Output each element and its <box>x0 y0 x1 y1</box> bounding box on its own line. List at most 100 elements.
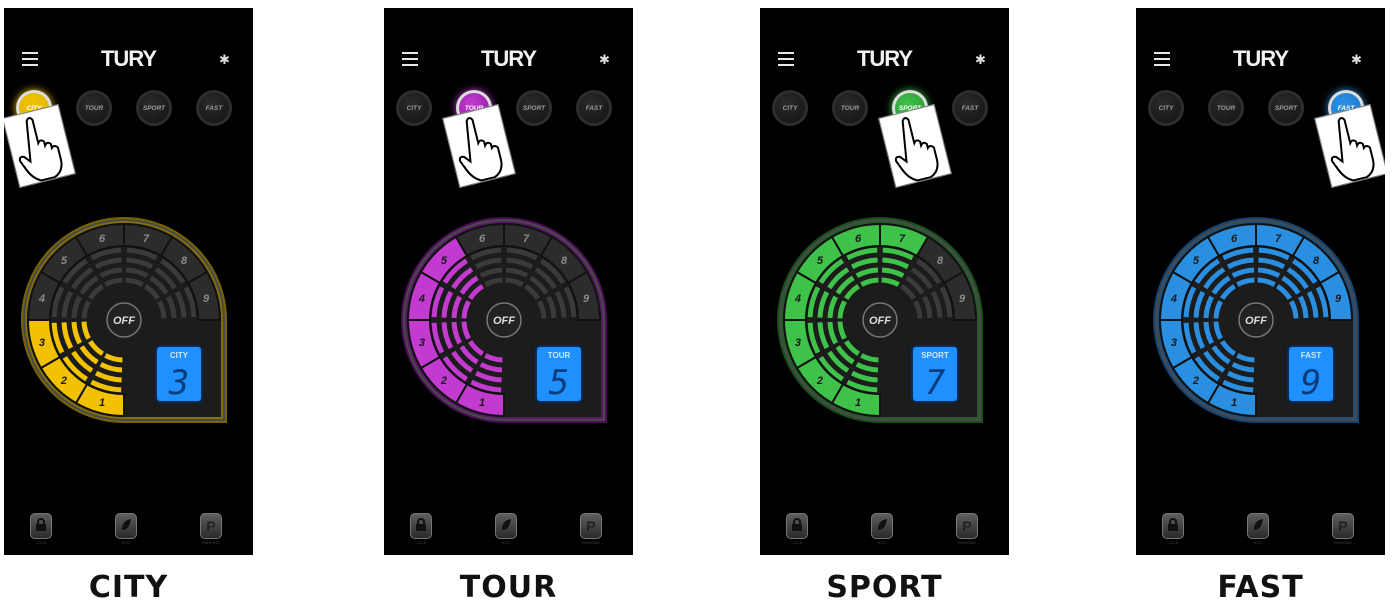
mode-button-fast[interactable]: FAST <box>952 90 988 126</box>
mode-button-city[interactable]: CITY <box>772 90 808 126</box>
bottom-button-label: LOCK <box>415 540 427 545</box>
pointer-hand-icon <box>4 104 76 188</box>
mode-caption: CITY <box>88 570 169 605</box>
display-mode-label: SPORT <box>921 351 949 360</box>
gauge-number: 3 <box>1171 337 1177 349</box>
off-label: OFF <box>493 315 515 327</box>
gauge-number: 9 <box>583 293 590 305</box>
parking-button[interactable]: P <box>956 513 978 539</box>
mode-button-tour[interactable]: TOUR <box>76 90 112 126</box>
gauge-number: 2 <box>1192 375 1199 387</box>
gauge-number: 6 <box>479 233 486 245</box>
gauge-number: 7 <box>523 233 530 245</box>
app-screen-sport: TURY ✱ CITY TOUR SPORT FAST 1 2 3 4 5 6 7 8 9 OFF SPORT 7… <box>760 8 1009 555</box>
leaf-button[interactable] <box>115 513 137 539</box>
bottom-button-label: ECO <box>501 540 511 545</box>
app-screen-fast: TURY ✱ CITY TOUR SPORT FAST 1 2 3 4 5 6 7 8 9 OFF FAST 9 L… <box>1136 8 1385 555</box>
parking-button[interactable]: P <box>200 513 222 539</box>
app-screen-tour: TURY ✱ CITY TOUR SPORT FAST 1 2 3 4 5 6 7 8 9 OFF TOUR 5 L… <box>384 8 633 555</box>
gauge-number: 5 <box>61 255 68 267</box>
lock-button[interactable] <box>30 513 52 539</box>
power-level-gauge: 1 2 3 4 5 6 7 8 9 OFF TOUR 5 <box>401 217 607 423</box>
brand-logo: TURY <box>856 46 913 71</box>
bottom-button-label: PARKING <box>202 540 220 545</box>
display-level-value: 3 <box>168 363 189 403</box>
display-level-value: 7 <box>925 363 946 403</box>
parking-icon: P <box>1338 518 1348 534</box>
gauge-number: 2 <box>60 375 67 387</box>
gauge-number: 3 <box>795 337 801 349</box>
mode-button-sport[interactable]: SPORT <box>1268 90 1304 126</box>
parking-button[interactable]: P <box>580 513 602 539</box>
bottom-button-label: ECO <box>877 540 887 545</box>
leaf-icon <box>500 518 512 535</box>
leaf-button[interactable] <box>1247 513 1269 539</box>
mode-button-city[interactable]: CITY <box>396 90 432 126</box>
hand-glyph <box>1330 117 1375 182</box>
bluetooth-icon[interactable]: ✱ <box>599 52 610 68</box>
mode-button-tour[interactable]: TOUR <box>832 90 868 126</box>
bottom-button-label: PARKING <box>958 540 976 545</box>
bottom-button-label: LOCK <box>791 540 803 545</box>
pointer-hand-icon <box>878 104 952 188</box>
power-level-gauge: 1 2 3 4 5 6 7 8 9 OFF FAST 9 <box>1153 217 1359 423</box>
display-level-value: 5 <box>549 363 569 403</box>
brand-logo: TURY <box>1232 46 1289 71</box>
gauge-number: 8 <box>181 255 188 267</box>
brand-logo: TURY <box>480 46 537 71</box>
bluetooth-icon[interactable]: ✱ <box>219 52 230 68</box>
gauge-number: 2 <box>816 375 823 387</box>
gauge-number: 1 <box>99 397 105 409</box>
bottom-button-label: LOCK <box>35 540 47 545</box>
parking-icon: P <box>206 518 216 534</box>
mode-button-city[interactable]: CITY <box>1148 90 1184 126</box>
brand-logo: TURY <box>100 46 157 71</box>
leaf-icon <box>120 518 132 535</box>
pointer-hand-icon <box>442 104 516 188</box>
gauge-number: 4 <box>38 293 45 305</box>
display-mode-label: TOUR <box>548 351 571 360</box>
app-screen-city: TURY ✱ CITY TOUR SPORT FAST 1 2 3 4 5 6 7 8 9 OFF CITY 3 L… <box>4 8 253 555</box>
mode-button-sport[interactable]: SPORT <box>516 90 552 126</box>
gauge-number: 6 <box>99 233 106 245</box>
bottom-button-label: ECO <box>121 540 131 545</box>
bottom-button-label: LOCK <box>1167 540 1179 545</box>
lock-icon <box>415 517 427 535</box>
lock-button[interactable] <box>410 513 432 539</box>
lock-icon <box>791 517 803 535</box>
display-mode-label: FAST <box>1301 351 1322 360</box>
mode-caption: FAST <box>1217 570 1304 605</box>
gauge-number: 5 <box>1193 255 1200 267</box>
leaf-icon <box>876 518 888 535</box>
off-label: OFF <box>1245 315 1267 327</box>
off-label: OFF <box>869 315 891 327</box>
mode-button-tour[interactable]: TOUR <box>1208 90 1244 126</box>
gauge-number: 9 <box>1335 293 1342 305</box>
mode-button-fast[interactable]: FAST <box>576 90 612 126</box>
gauge-number: 6 <box>1231 233 1238 245</box>
bluetooth-icon[interactable]: ✱ <box>975 52 986 68</box>
gauge-number: 7 <box>1275 233 1282 245</box>
lock-button[interactable] <box>786 513 808 539</box>
leaf-button[interactable] <box>871 513 893 539</box>
mode-button-fast[interactable]: FAST <box>196 90 232 126</box>
gauge-number: 5 <box>441 255 448 267</box>
leaf-button[interactable] <box>495 513 517 539</box>
gauge-number: 9 <box>959 293 966 305</box>
gauge-number: 3 <box>419 337 425 349</box>
parking-button[interactable]: P <box>1332 513 1354 539</box>
gauge-number: 1 <box>1231 397 1237 409</box>
gauge-number: 1 <box>479 397 485 409</box>
lock-icon <box>1167 517 1179 535</box>
gauge-number: 4 <box>1170 293 1177 305</box>
gauge-number: 7 <box>899 233 906 245</box>
bluetooth-icon[interactable]: ✱ <box>1351 52 1362 68</box>
mode-caption: SPORT <box>826 570 943 605</box>
gauge-number: 8 <box>561 255 568 267</box>
off-label: OFF <box>113 315 135 327</box>
leaf-icon <box>1252 518 1264 535</box>
mode-button-sport[interactable]: SPORT <box>136 90 172 126</box>
hand-glyph <box>18 117 63 182</box>
display-mode-label: CITY <box>170 351 189 360</box>
lock-button[interactable] <box>1162 513 1184 539</box>
